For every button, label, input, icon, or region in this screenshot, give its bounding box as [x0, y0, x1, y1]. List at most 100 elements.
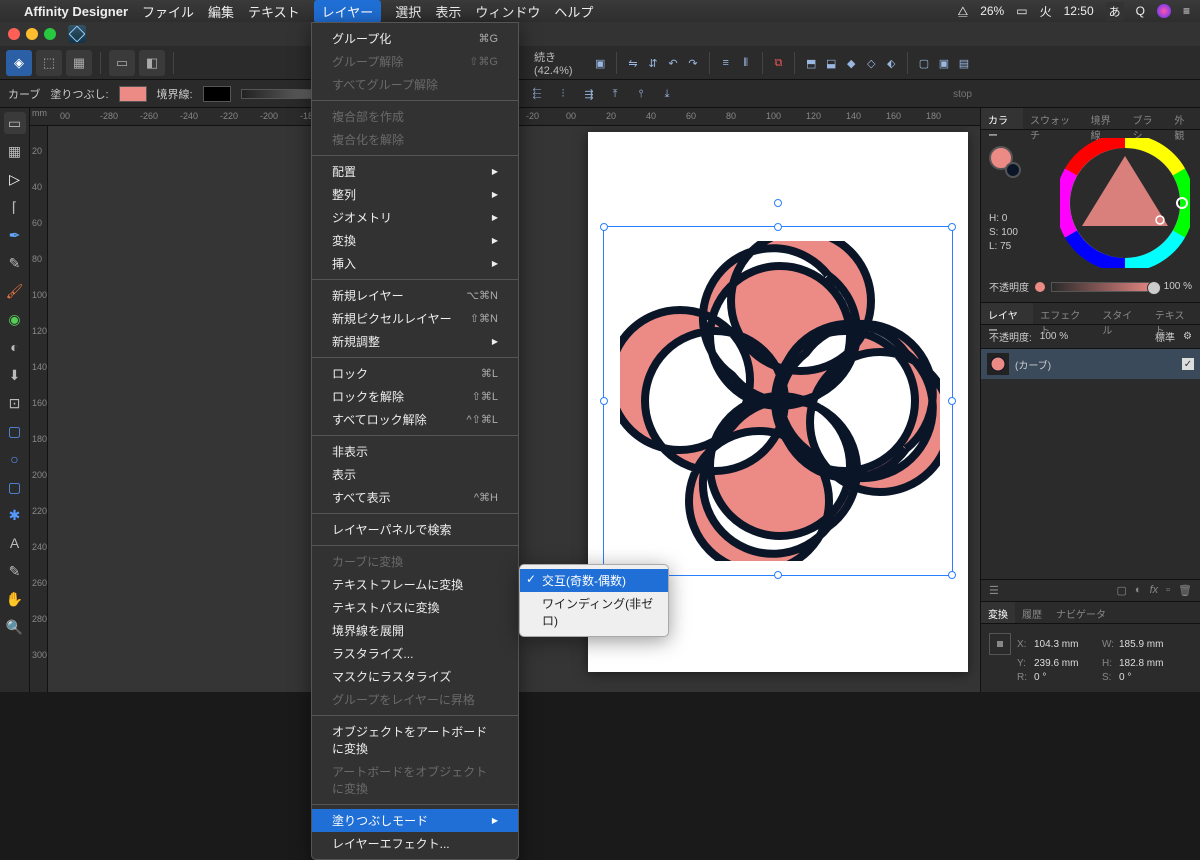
gear-icon[interactable]: ⚙: [1183, 331, 1192, 342]
brush-tool[interactable]: 🖌: [4, 280, 26, 302]
layer-item[interactable]: (カーブ) ✓: [981, 349, 1200, 379]
tab-text[interactable]: テキスト: [1148, 303, 1200, 324]
spotlight-icon[interactable]: Q: [1136, 4, 1145, 18]
text-tool[interactable]: A: [4, 532, 26, 554]
add-layer-icon[interactable]: ▫: [1166, 584, 1170, 597]
align-right-button[interactable]: ⇶: [578, 83, 600, 105]
distribute-button[interactable]: ⫴: [738, 52, 754, 74]
menu-item[interactable]: 表示: [312, 463, 518, 486]
r-field[interactable]: 0 °: [1034, 672, 1096, 683]
menu-help[interactable]: ヘルプ: [554, 2, 593, 21]
align-top-button[interactable]: ⤒: [604, 83, 626, 105]
menu-item[interactable]: ロックを解除⇧⌘L: [312, 385, 518, 408]
menu-item[interactable]: 境界線を展開: [312, 619, 518, 642]
stroke-color-swatch[interactable]: [1005, 162, 1021, 178]
opacity-slider[interactable]: [1051, 282, 1158, 292]
minimize-window-button[interactable]: [26, 28, 38, 40]
menu-item[interactable]: 変換: [312, 229, 518, 252]
corner-tool[interactable]: ⌈: [4, 196, 26, 218]
menu-item[interactable]: テキストパスに変換: [312, 596, 518, 619]
split-view-button[interactable]: ◧: [139, 50, 165, 76]
h-field[interactable]: 182.8 mm: [1119, 658, 1181, 669]
blend-mode[interactable]: 標準: [1155, 329, 1175, 344]
handle-lm[interactable]: [600, 397, 608, 405]
shape-star-tool[interactable]: ✱: [4, 504, 26, 526]
fill-mode-nonzero[interactable]: ワインディング(非ゼロ): [520, 592, 668, 632]
move-tool[interactable]: ▭: [4, 112, 26, 134]
shape-rect-tool[interactable]: ▢: [4, 420, 26, 442]
persona-export-button[interactable]: ▦: [66, 50, 92, 76]
menu-item[interactable]: すべてロック解除^⇧⌘L: [312, 408, 518, 431]
fill-tool[interactable]: ◉: [4, 308, 26, 330]
bool-int-button[interactable]: ◆: [843, 52, 859, 74]
anchor-grid[interactable]: [989, 633, 1011, 655]
menu-select[interactable]: 選択: [395, 2, 421, 21]
layers-stack-icon[interactable]: ☰: [989, 584, 999, 597]
close-window-button[interactable]: [8, 28, 20, 40]
maximize-window-button[interactable]: [44, 28, 56, 40]
align-middle-button[interactable]: ⫯: [630, 83, 652, 105]
app-name[interactable]: Affinity Designer: [24, 4, 128, 19]
tab-styles[interactable]: スタイル: [1095, 303, 1147, 324]
insert-behind-button[interactable]: ▤: [956, 52, 972, 74]
menu-item[interactable]: 新規レイヤー⌥⌘N: [312, 284, 518, 307]
menu-item[interactable]: オブジェクトをアートボードに変換: [312, 720, 518, 760]
align-bottom-button[interactable]: ⤓: [656, 83, 678, 105]
y-field[interactable]: 239.6 mm: [1034, 658, 1096, 669]
menu-item[interactable]: ジオメトリ: [312, 206, 518, 229]
menu-item[interactable]: レイヤーパネルで検索: [312, 518, 518, 541]
tab-appearance[interactable]: 外観: [1167, 108, 1200, 129]
tab-color[interactable]: カラー: [981, 108, 1023, 129]
shape-rounded-tool[interactable]: ▢: [4, 476, 26, 498]
insert-target-button[interactable]: ▢: [916, 52, 932, 74]
tab-navigator[interactable]: ナビゲータ: [1049, 602, 1113, 623]
stroke-swatch[interactable]: [203, 86, 231, 102]
tab-brush[interactable]: ブラシ: [1126, 108, 1168, 129]
node-tool[interactable]: ▷: [4, 168, 26, 190]
x-field[interactable]: 104.3 mm: [1034, 639, 1096, 650]
transparency-tool[interactable]: ◐: [4, 336, 26, 358]
insert-inside-button[interactable]: ▣: [936, 52, 952, 74]
bool-sub-button[interactable]: ⬓: [823, 52, 839, 74]
snap-button[interactable]: ⧉: [770, 52, 786, 74]
color-swatch-pair[interactable]: [989, 146, 1013, 170]
menu-item[interactable]: ロック⌘L: [312, 362, 518, 385]
crop-tool[interactable]: ⊡: [4, 392, 26, 414]
menu-item[interactable]: マスクにラスタライズ: [312, 665, 518, 688]
menu-window[interactable]: ウィンドウ: [475, 2, 540, 21]
fill-mode-evenodd[interactable]: 交互(奇数-偶数): [520, 569, 668, 592]
artboard-tool[interactable]: ▦: [4, 140, 26, 162]
flip-v-button[interactable]: ⇵: [645, 52, 661, 74]
menu-item[interactable]: テキストフレームに変換: [312, 573, 518, 596]
order-back-button[interactable]: ▣: [592, 52, 608, 74]
ruler-vertical[interactable]: 20 40 60 80 100 120 140 160 180 200 220 …: [30, 126, 48, 692]
persona-pixel-button[interactable]: ⬚: [36, 50, 62, 76]
fill-color-swatch[interactable]: [989, 146, 1013, 170]
eyedropper-tool[interactable]: ✎: [4, 560, 26, 582]
bool-div-button[interactable]: ⬖: [883, 52, 899, 74]
rotate-ccw-button[interactable]: ↶: [665, 52, 681, 74]
hand-tool[interactable]: ✋: [4, 588, 26, 610]
menu-edit[interactable]: 編集: [208, 2, 234, 21]
adjustment-icon[interactable]: ◐: [1135, 584, 1142, 597]
align-left-button[interactable]: ⬱: [526, 83, 548, 105]
s-field[interactable]: 0 °: [1119, 672, 1181, 683]
delete-layer-icon[interactable]: 🗑: [1178, 584, 1192, 597]
bool-add-button[interactable]: ⬒: [803, 52, 819, 74]
wifi-icon[interactable]: ⧋: [957, 4, 968, 19]
color-wheel[interactable]: [1060, 138, 1190, 268]
fx-icon[interactable]: fx: [1150, 584, 1159, 597]
ime-indicator[interactable]: あ: [1106, 2, 1124, 21]
view-mode-button[interactable]: ▭: [109, 50, 135, 76]
menu-icon[interactable]: ≡: [1183, 4, 1190, 18]
zoom-tool[interactable]: 🔍: [4, 616, 26, 638]
align-button[interactable]: ≡: [718, 52, 734, 74]
menu-item[interactable]: 配置: [312, 160, 518, 183]
fill-swatch[interactable]: [119, 86, 147, 102]
flip-h-button[interactable]: ⇋: [625, 52, 641, 74]
menu-item[interactable]: 非表示: [312, 440, 518, 463]
menu-item[interactable]: すべて表示^⌘H: [312, 486, 518, 509]
handle-tl[interactable]: [600, 223, 608, 231]
layer-visible-checkbox[interactable]: ✓: [1182, 358, 1194, 370]
menu-item[interactable]: ラスタライズ...: [312, 642, 518, 665]
